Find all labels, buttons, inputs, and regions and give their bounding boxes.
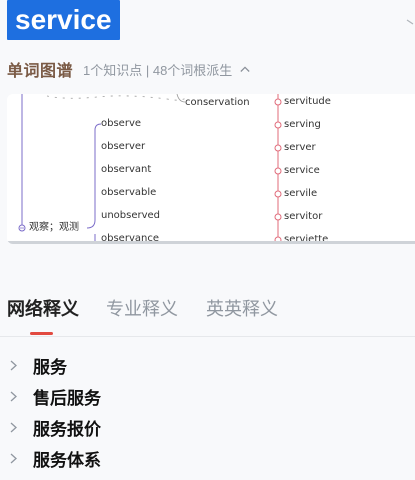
definition-item[interactable]: 服务体系 <box>0 443 415 474</box>
mindmap-left-word[interactable]: unobserved <box>101 210 160 222</box>
mindmap-center-label[interactable]: 观察；观测 <box>29 222 79 234</box>
active-tab-indicator <box>30 332 53 335</box>
word-mindmap[interactable]: conservation 观察；观测 observe observer obse… <box>7 94 415 244</box>
definition-list: 服务 售后服务 服务报价 服务体系 <box>0 350 415 474</box>
mindmap-scrollbar[interactable] <box>7 241 415 244</box>
mindmap-right-word[interactable]: servile <box>284 188 317 200</box>
mindmap-left-word[interactable]: observe <box>101 118 141 130</box>
chevron-up-icon[interactable] <box>240 64 250 74</box>
word-detail-page: service 单词图谱 1个知识点 | 48个词根派生 conservatio… <box>0 0 415 480</box>
chevron-right-icon <box>8 453 18 465</box>
definition-label: 服务体系 <box>33 451 101 471</box>
chevron-right-icon <box>8 391 18 403</box>
etymology-header[interactable]: 单词图谱 1个知识点 | 48个词根派生 <box>7 58 250 80</box>
headword-badge: service <box>7 0 120 40</box>
tab-web-definition[interactable]: 网络释义 <box>7 296 79 324</box>
chevron-right-icon <box>8 360 18 372</box>
mindmap-right-word[interactable]: servitor <box>284 211 322 223</box>
mindmap-left-word[interactable]: observable <box>101 187 156 199</box>
mindmap-right-word[interactable]: service <box>284 165 320 177</box>
mindmap-left-word[interactable]: observer <box>101 141 145 153</box>
definition-item[interactable]: 服务 <box>0 350 415 381</box>
etymology-title: 单词图谱 <box>7 63 74 80</box>
mindmap-top-word[interactable]: conservation <box>185 97 250 109</box>
tab-english-definition[interactable]: 英英释义 <box>206 296 278 324</box>
definition-item[interactable]: 服务报价 <box>0 412 415 443</box>
mindmap-right-word[interactable]: server <box>284 142 316 154</box>
mindmap-right-word[interactable]: serving <box>284 119 321 131</box>
mindmap-right-word[interactable]: servitude <box>284 96 331 108</box>
definition-item[interactable]: 售后服务 <box>0 381 415 412</box>
mindmap-left-word[interactable]: observant <box>101 164 151 176</box>
definition-tabs: 网络释义 专业释义 英英释义 <box>0 296 415 337</box>
definition-label: 服务报价 <box>33 420 101 440</box>
more-icon[interactable] <box>405 14 415 30</box>
tab-professional-definition[interactable]: 专业释义 <box>106 296 178 324</box>
etymology-meta: 1个知识点 | 48个词根派生 <box>83 62 233 78</box>
definition-label: 售后服务 <box>33 389 101 409</box>
definition-label: 服务 <box>33 358 67 378</box>
chevron-right-icon <box>8 422 18 434</box>
